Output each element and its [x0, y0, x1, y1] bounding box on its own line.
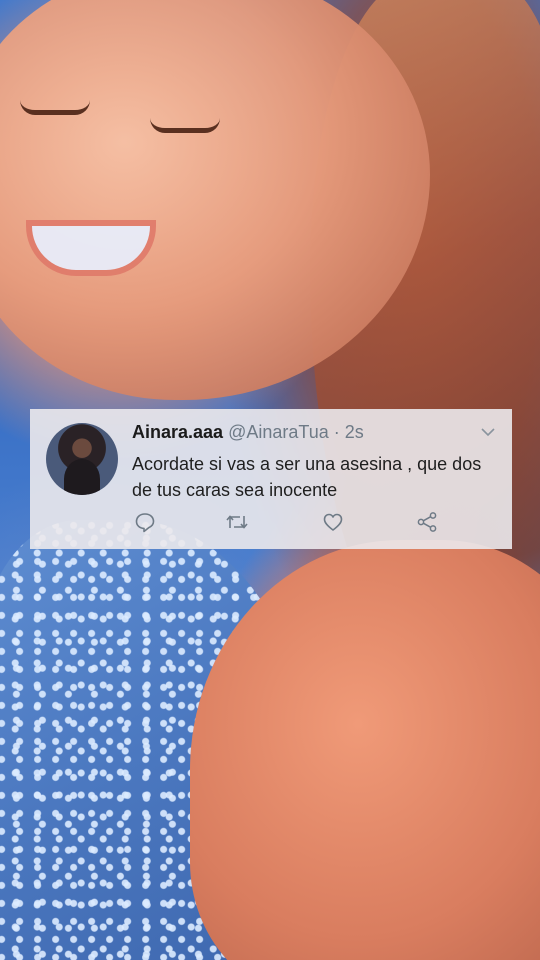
chevron-down-icon[interactable] — [480, 425, 496, 437]
tweet-text: Acordate si vas a ser una asesina , que … — [132, 454, 482, 500]
tweet-card[interactable]: Ainara.aaa @AinaraTua · 2s Acordate si v… — [30, 409, 512, 549]
tweet-header: Ainara.aaa @AinaraTua · 2s — [132, 421, 364, 443]
separator-dot: · — [333, 422, 340, 442]
avatar[interactable] — [46, 423, 118, 495]
display-name[interactable]: Ainara.aaa — [132, 422, 223, 442]
background-eye-right — [150, 118, 220, 133]
share-icon[interactable] — [414, 509, 440, 535]
reply-icon[interactable] — [132, 509, 158, 535]
avatar-figure — [64, 459, 100, 495]
video-frame: Ainara.aaa @AinaraTua · 2s Acordate si v… — [0, 0, 540, 960]
background-eye-left — [20, 100, 90, 115]
retweet-icon[interactable] — [224, 509, 250, 535]
tweet-actions — [132, 509, 452, 535]
heart-icon[interactable] — [320, 509, 346, 535]
handle[interactable]: @AinaraTua — [228, 422, 329, 442]
timestamp[interactable]: 2s — [345, 422, 364, 442]
